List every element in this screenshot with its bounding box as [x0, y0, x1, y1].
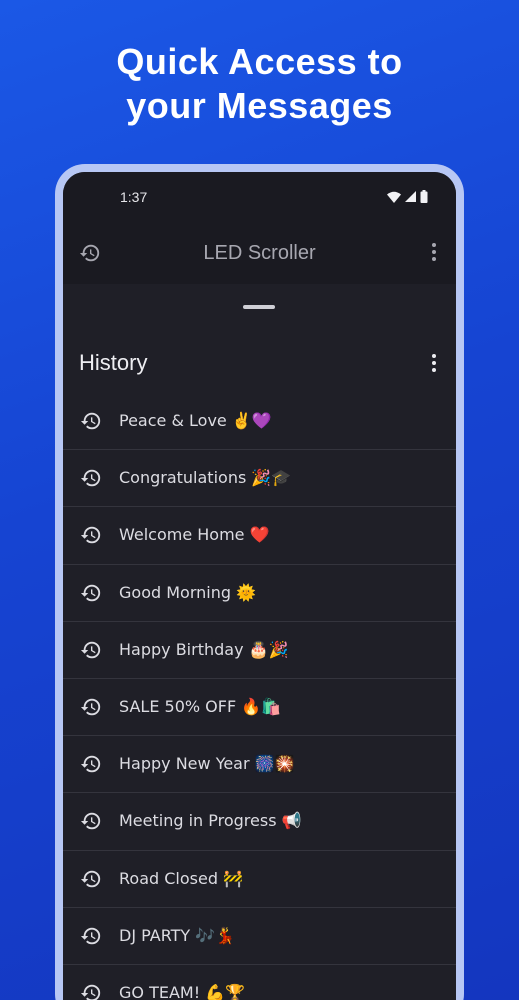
headline-line-1: Quick Access to: [116, 41, 403, 82]
status-time: 1:37: [120, 189, 148, 205]
history-item[interactable]: Happy Birthday 🎂🎉: [63, 622, 456, 679]
history-item-text: SALE 50% OFF 🔥🛍️: [119, 696, 282, 716]
history-item[interactable]: Welcome Home ❤️: [63, 507, 456, 565]
history-item[interactable]: GO TEAM! 💪🏆: [63, 965, 456, 1000]
history-item-text: Happy New Year 🎆🎇: [119, 754, 295, 774]
history-icon: [80, 696, 102, 718]
phone-screen: 1:37 LED Scroller History Peace & Love ✌…: [63, 172, 456, 1000]
history-item[interactable]: Congratulations 🎉🎓: [63, 450, 456, 508]
history-item-text: Meeting in Progress 📢: [119, 811, 302, 831]
history-item[interactable]: Road Closed 🚧: [63, 851, 456, 908]
status-icons: [387, 190, 428, 203]
headline: Quick Access to your Messages: [0, 40, 519, 128]
history-item[interactable]: Meeting in Progress 📢: [63, 793, 456, 851]
history-item[interactable]: Happy New Year 🎆🎇: [63, 736, 456, 794]
history-icon: [80, 753, 102, 775]
history-item[interactable]: Peace & Love ✌️💜: [63, 393, 456, 451]
history-list: Peace & Love ✌️💜 Congratulations 🎉🎓 Welc…: [63, 393, 456, 1000]
history-icon: [80, 639, 102, 661]
history-icon: [80, 982, 102, 1000]
history-item-text: Happy Birthday 🎂🎉: [119, 639, 289, 659]
history-item-text: GO TEAM! 💪🏆: [119, 982, 246, 1000]
history-sheet: History Peace & Love ✌️💜 Congratulations…: [63, 284, 456, 1000]
history-icon: [80, 810, 102, 832]
signal-icon: [405, 191, 416, 202]
history-item-text: Road Closed 🚧: [119, 868, 243, 888]
history-item-text: Congratulations 🎉🎓: [119, 468, 292, 488]
history-item[interactable]: DJ PARTY 🎶💃: [63, 908, 456, 965]
history-item-text: Good Morning 🌞: [119, 582, 256, 602]
history-item-text: DJ PARTY 🎶💃: [119, 925, 236, 945]
history-icon: [80, 582, 102, 604]
app-bar: LED Scroller: [63, 224, 456, 284]
history-item-text: Welcome Home ❤️: [119, 525, 270, 545]
history-icon: [80, 410, 102, 432]
wifi-icon: [387, 191, 401, 203]
more-vert-icon[interactable]: [432, 354, 436, 372]
history-item[interactable]: SALE 50% OFF 🔥🛍️: [63, 679, 456, 737]
battery-icon: [420, 190, 428, 203]
history-icon: [80, 467, 102, 489]
sheet-title: History: [79, 350, 148, 375]
history-icon: [80, 925, 102, 947]
more-vert-icon[interactable]: [432, 243, 436, 261]
drag-handle[interactable]: [243, 305, 275, 309]
history-icon: [80, 524, 102, 546]
status-bar: 1:37: [63, 172, 456, 224]
history-item[interactable]: Good Morning 🌞: [63, 565, 456, 622]
app-title: LED Scroller: [203, 242, 316, 264]
history-item-text: Peace & Love ✌️💜: [119, 411, 272, 430]
history-icon: [80, 868, 102, 890]
headline-line-2: your Messages: [126, 85, 393, 126]
